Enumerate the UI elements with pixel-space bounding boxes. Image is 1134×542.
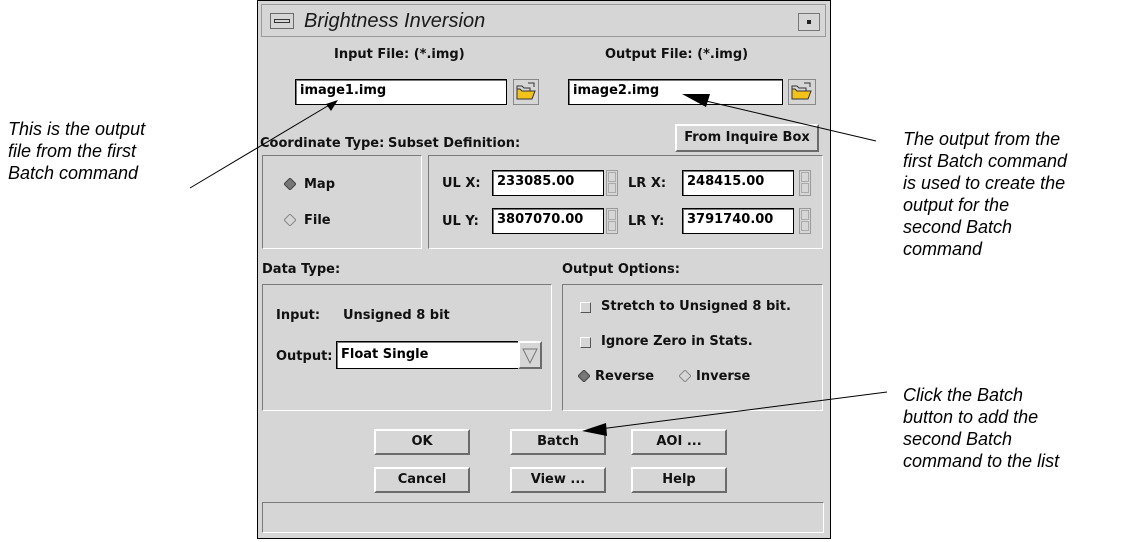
callout-arrows	[189, 94, 888, 436]
right-top-callout-line	[705, 100, 877, 142]
right-bottom-callout-line	[599, 391, 888, 430]
right-top-callout-arrowhead	[682, 94, 710, 107]
left-callout-arrowhead	[326, 100, 338, 111]
left-callout-line	[189, 100, 337, 189]
right-bottom-callout-arrowhead	[582, 423, 607, 436]
